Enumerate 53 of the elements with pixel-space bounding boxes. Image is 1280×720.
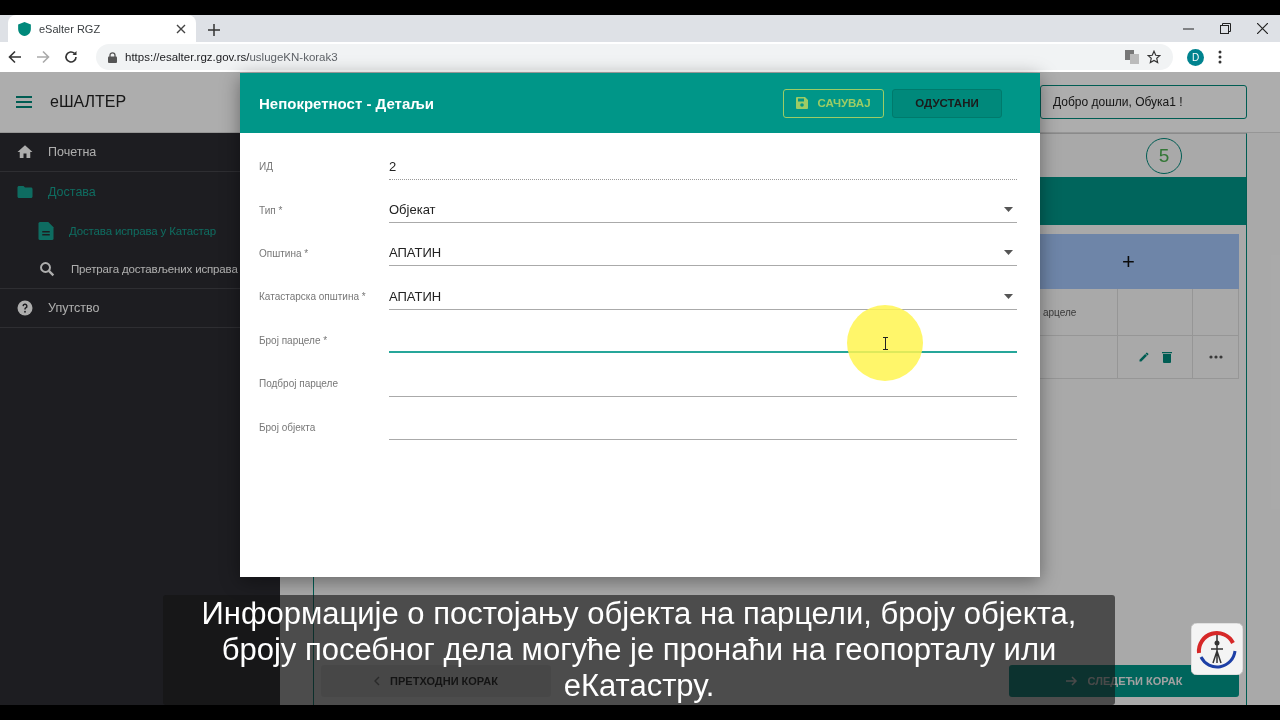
browser-tab[interactable]: eSalter RGZ: [8, 15, 196, 42]
field-label: Тип *: [259, 204, 284, 216]
dialog-title: Непокретност - Детаљи: [259, 94, 435, 112]
chevron-left-icon: [374, 676, 381, 686]
close-icon: [1257, 23, 1268, 34]
field-label: ИД: [259, 161, 274, 173]
welcome-box: Добро дошли, Обука1 !: [1040, 85, 1247, 119]
text-cursor-icon: [881, 336, 889, 350]
forward-icon: [36, 50, 50, 64]
sidebar-subitem[interactable]: Претрага достављених исправа: [71, 263, 238, 275]
arrow-right-icon: [1065, 676, 1078, 686]
dropdown-field[interactable]: Објекат: [389, 197, 1017, 224]
field-label: Подброј парцеле: [259, 378, 339, 390]
field-label: Катастарска општина *: [259, 291, 367, 303]
url-text: https://esalter.rgz.gov.rs/uslugeKN-korak3: [125, 51, 338, 63]
subtitle-line: броју посебног дела могуће је пронаћи на геопорталу или: [221, 632, 1057, 668]
shield-icon: [18, 21, 31, 36]
emblem-icon: [1191, 623, 1243, 675]
cancel-button[interactable]: ОДУСТАНИ: [892, 88, 1002, 118]
dropdown-caret-icon: [1004, 207, 1013, 213]
field-label: Број парцеле *: [259, 334, 329, 346]
back-icon: [8, 50, 22, 64]
star-icon: [1147, 50, 1161, 64]
reload-icon: [64, 50, 78, 64]
address-bar[interactable]: https://esalter.rgz.gov.rs/uslugeKN-korak3: [96, 44, 1173, 70]
field-label: Број објекта: [259, 421, 317, 433]
menu-icon: [16, 96, 32, 108]
add-button[interactable]: +: [1118, 234, 1239, 289]
plus-icon: [208, 24, 220, 36]
home-icon: [16, 143, 34, 161]
pencil-icon: [1138, 351, 1150, 363]
restore-icon: [1220, 23, 1231, 34]
help-icon: [16, 299, 34, 317]
app-title: еШАЛТЕР: [50, 93, 127, 111]
translate-icon: [1125, 50, 1139, 64]
subtitle-line: Информације о постојању објекта на парцели, броју објекта,: [201, 596, 1077, 632]
sidebar-item[interactable]: Упутство: [48, 301, 100, 315]
document-icon: [38, 221, 54, 240]
search-icon: [38, 260, 56, 278]
subtitle-line: еКатастру.: [563, 668, 715, 704]
close-icon: [176, 23, 186, 34]
lock-icon: [108, 51, 117, 63]
dropdown-caret-icon: [1004, 293, 1013, 299]
dropdown-caret-icon: [1004, 250, 1013, 256]
profile-avatar[interactable]: D: [1187, 48, 1204, 66]
field-label: Општина *: [259, 247, 310, 259]
input-field[interactable]: 2: [389, 153, 1017, 180]
dropdown-field[interactable]: АПАТИН: [389, 240, 1017, 267]
more-icon: [1208, 355, 1223, 359]
floppy-icon: [796, 97, 809, 109]
sidebar-item[interactable]: Почетна: [48, 145, 97, 159]
trash-icon: [1162, 351, 1172, 363]
kebab-menu-icon: [1218, 50, 1222, 64]
